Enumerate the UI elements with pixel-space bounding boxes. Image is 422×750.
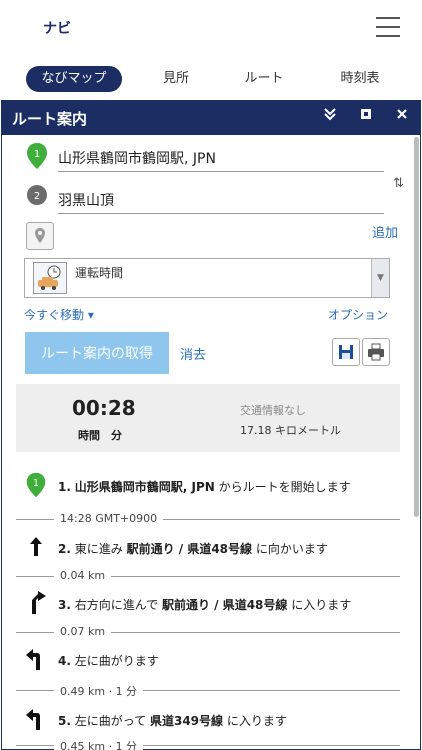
panel-scrollbar[interactable] [414, 137, 419, 517]
hamburger-menu-icon[interactable] [376, 17, 400, 37]
step-text: 4. 左に曲がります [58, 654, 159, 668]
step-text: 5. 左に曲がって 県道349号線 に入ります [58, 714, 287, 728]
total-distance: 17.18 キロメートル [240, 424, 341, 437]
floppy-disk-icon [339, 345, 353, 359]
print-button[interactable] [362, 338, 390, 366]
step-text: 2. 東に進み 駅前通り / 県道48号線 に向かいます [58, 542, 328, 556]
collapse-icon[interactable] [320, 107, 340, 127]
traffic-info: 交通情報なし [240, 404, 306, 417]
tab-timetable[interactable]: 時刻表 [330, 66, 390, 92]
step-separator: 14:28 GMT+0900 [16, 512, 400, 526]
route-summary: 00:28 時間 分 交通情報なし 17.18 キロメートル [16, 384, 400, 452]
main-tabs: なびマップ 見所 ルート 時刻表 [0, 64, 422, 94]
step-separator: 0.49 km · 1 分 [16, 683, 400, 699]
start-location-input[interactable] [58, 144, 384, 172]
map-pin-icon [35, 228, 45, 243]
step-separator: 0.04 km [16, 569, 400, 583]
time-unit-label: 時間 分 [78, 429, 122, 442]
waypoint-destination: 2 [24, 184, 384, 214]
step-separator: 0.45 km · 1 分 [16, 738, 400, 750]
options-link[interactable]: オプション [328, 306, 388, 323]
waypoint-number: 2 [34, 191, 40, 202]
add-stop-pin-button[interactable] [26, 222, 54, 250]
step-separator: 0.07 km [16, 625, 400, 639]
waypoint-start: 1 [24, 142, 384, 172]
straight-arrow-icon [30, 537, 42, 556]
clear-link[interactable]: 消去 [180, 344, 206, 363]
start-time-label: 14:28 GMT+0900 [54, 512, 164, 525]
app-bar: ナビ [0, 0, 422, 58]
get-route-button[interactable]: ルート案内の取得 [25, 332, 169, 374]
step-text: 3. 右方向に進んで 駅前通り / 県道48号線 に入ります [58, 598, 352, 612]
destination-input[interactable] [58, 186, 384, 214]
dropdown-arrow-icon[interactable]: ▼ [371, 259, 389, 297]
app-title: ナビ [43, 21, 71, 37]
tab-route[interactable]: ルート [234, 66, 294, 92]
printer-icon [368, 343, 384, 361]
waypoint-number: 1 [34, 149, 40, 160]
green-pin-icon: 1 [27, 143, 47, 169]
car-clock-icon [33, 262, 67, 294]
tab-sights[interactable]: 見所 [146, 66, 206, 92]
save-button[interactable] [332, 338, 360, 366]
tab-navi-map[interactable]: なびマップ [26, 66, 122, 92]
turn-left-icon [26, 709, 40, 730]
step-text: 1. 山形県鶴岡市鶴岡駅, JPN からルートを開始します [58, 480, 351, 494]
swap-icon[interactable]: ⇅ [393, 176, 404, 191]
depart-now-dropdown[interactable]: 今すぐ移動 ▾ [24, 306, 94, 323]
gray-pin-icon: 2 [27, 185, 47, 205]
green-pin-icon: 1 [26, 472, 46, 498]
waypoint-number: 1 [33, 478, 39, 489]
add-stop-link[interactable]: 追加 [372, 222, 398, 241]
travel-mode-select[interactable]: 運転時間 ▼ [24, 258, 390, 298]
panel-title: ルート案内 [12, 110, 88, 128]
bear-right-icon [32, 591, 46, 614]
step-distance: 0.04 km [54, 569, 112, 582]
dock-icon[interactable] [356, 107, 376, 127]
step-distance: 0.45 km · 1 分 [54, 738, 144, 750]
travel-mode-label: 運転時間 [75, 266, 124, 280]
close-icon[interactable] [392, 107, 412, 127]
turn-left-icon [26, 649, 40, 670]
step-distance: 0.07 km [54, 625, 112, 638]
step-distance: 0.49 km · 1 分 [54, 683, 144, 699]
total-time: 00:28 [72, 396, 136, 420]
panel-header: ルート案内 [2, 101, 420, 135]
